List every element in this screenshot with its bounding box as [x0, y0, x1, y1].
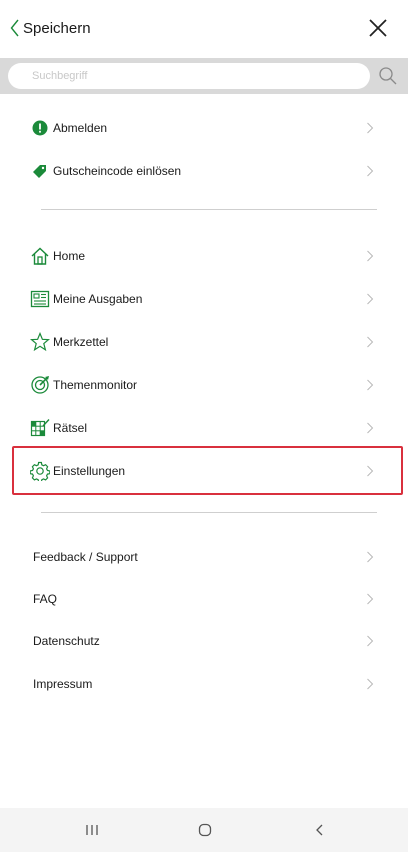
- target-icon: [30, 375, 50, 395]
- recent-apps-icon: [86, 825, 98, 835]
- chevron-right-icon: [367, 165, 374, 177]
- chevron-right-icon: [367, 336, 374, 348]
- menu-item-feedback-support[interactable]: Feedback / Support: [0, 536, 408, 578]
- menu-item-home[interactable]: Home: [0, 235, 408, 277]
- menu-item-label: Abmelden: [53, 121, 108, 135]
- chevron-right-icon: [367, 678, 374, 690]
- menu-item-gutscheincode[interactable]: Gutscheincode einlösen: [0, 150, 408, 192]
- menu-item-merkzettel[interactable]: Merkzettel: [0, 321, 408, 363]
- chevron-left-icon: [10, 19, 19, 37]
- menu-item-label: Themenmonitor: [53, 378, 138, 392]
- star-icon: [30, 332, 50, 352]
- newspaper-icon: [30, 289, 50, 309]
- divider: [41, 512, 377, 513]
- menu-item-datenschutz[interactable]: Datenschutz: [0, 620, 408, 662]
- menu-item-impressum[interactable]: Impressum: [0, 663, 408, 705]
- menu-item-label: Datenschutz: [33, 634, 100, 648]
- menu-item-label: Rätsel: [53, 421, 88, 435]
- chevron-right-icon: [367, 422, 374, 434]
- menu-item-label: Home: [53, 249, 86, 263]
- system-back-button[interactable]: [308, 818, 332, 842]
- home-button-icon: [198, 823, 212, 837]
- menu-item-label: Meine Ausgaben: [53, 292, 143, 306]
- puzzle-grid-icon: [30, 418, 50, 438]
- menu-item-label: Merkzettel: [53, 335, 109, 349]
- close-icon[interactable]: [368, 18, 388, 38]
- chevron-right-icon: [367, 379, 374, 391]
- chevron-right-icon: [367, 593, 374, 605]
- menu-item-abmelden[interactable]: Abmelden: [0, 107, 408, 149]
- menu-item-themenmonitor[interactable]: Themenmonitor: [0, 364, 408, 406]
- search-input[interactable]: [8, 63, 370, 89]
- chevron-right-icon: [367, 635, 374, 647]
- tag-icon: [30, 161, 50, 181]
- menu-item-label: Feedback / Support: [33, 550, 138, 564]
- back-icon: [316, 824, 323, 836]
- chevron-right-icon: [367, 122, 374, 134]
- home-icon: [30, 246, 50, 266]
- home-button[interactable]: [193, 818, 217, 842]
- recent-apps-button[interactable]: [80, 818, 104, 842]
- system-nav-bar: [0, 808, 408, 852]
- divider: [41, 209, 377, 210]
- menu-item-meine-ausgaben[interactable]: Meine Ausgaben: [0, 278, 408, 320]
- menu-item-raetsel[interactable]: Rätsel: [0, 407, 408, 449]
- menu-item-faq[interactable]: FAQ: [0, 578, 408, 620]
- search-icon[interactable]: [378, 66, 398, 86]
- menu-item-label: Gutscheincode einlösen: [53, 164, 182, 178]
- header-bar: Speichern: [0, 0, 408, 58]
- back-button-label: Speichern: [23, 19, 91, 37]
- chevron-right-icon: [367, 250, 374, 262]
- selection-highlight: [12, 446, 403, 495]
- chevron-right-icon: [367, 293, 374, 305]
- menu-item-label: FAQ: [33, 592, 58, 606]
- back-button[interactable]: Speichern: [10, 14, 91, 42]
- menu-item-label: Impressum: [33, 677, 93, 691]
- logout-icon: [30, 118, 50, 138]
- chevron-right-icon: [367, 551, 374, 563]
- search-bar: [0, 58, 408, 94]
